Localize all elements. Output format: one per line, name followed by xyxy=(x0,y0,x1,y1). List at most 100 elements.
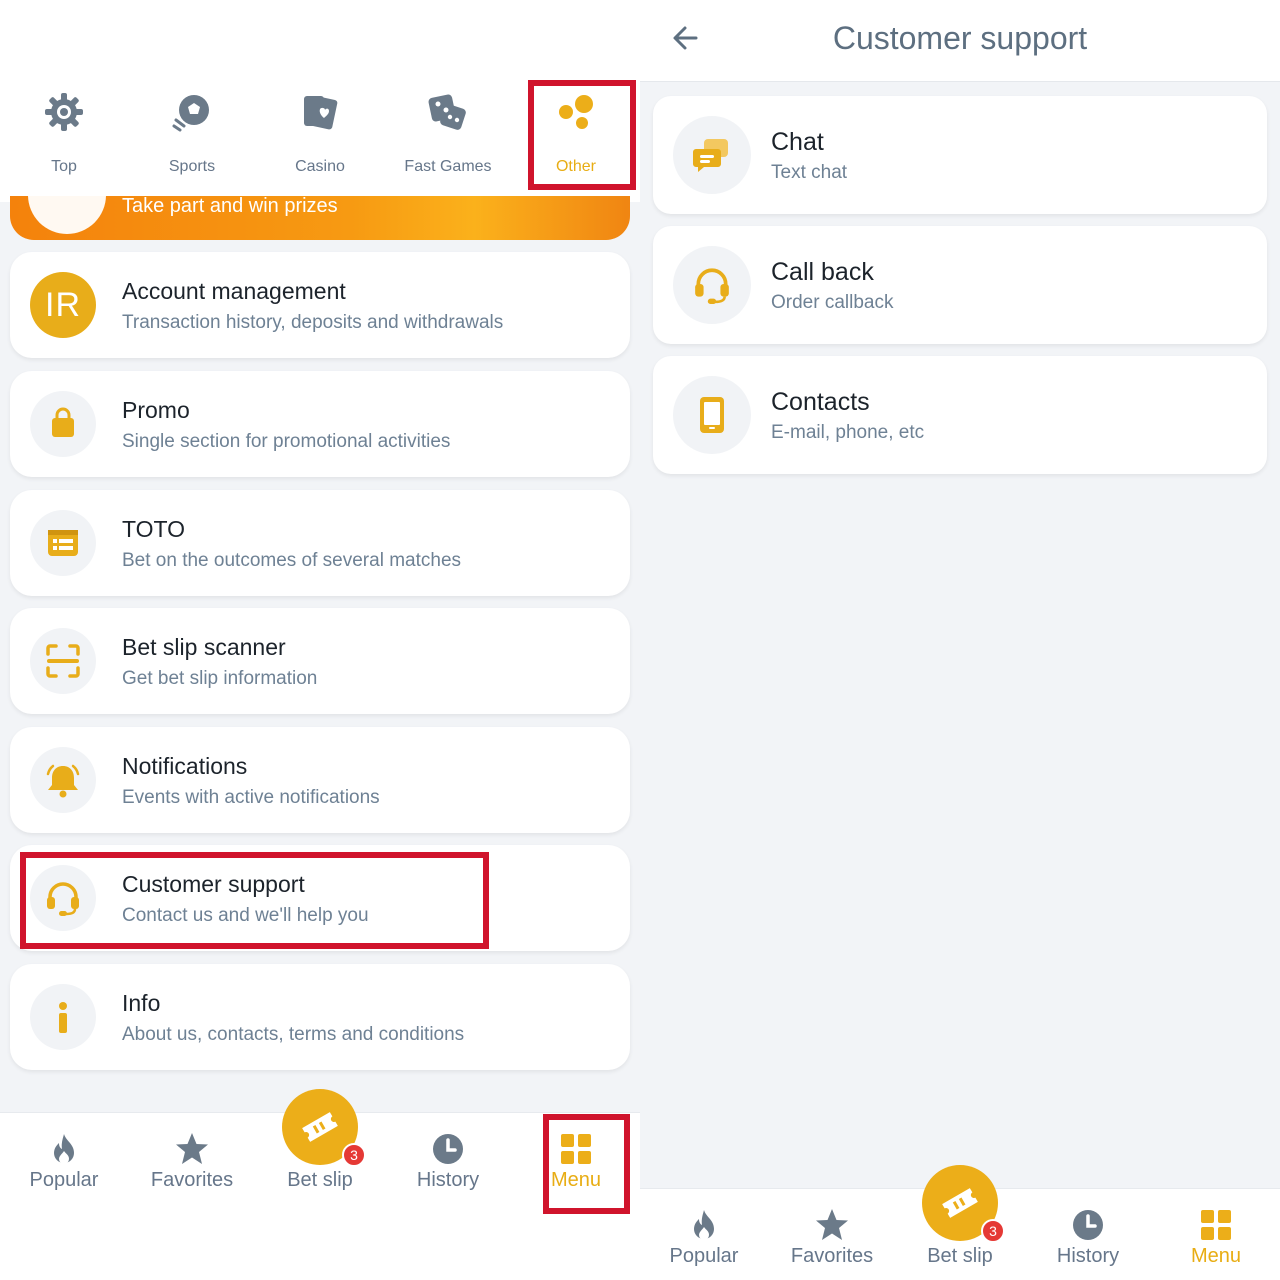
bet-slip-count-badge: 3 xyxy=(342,1143,366,1167)
bottom-nav-bet-slip[interactable]: 3 Bet slip xyxy=(256,1089,384,1208)
dice-icon xyxy=(428,94,466,130)
support-item-subtitle: Text chat xyxy=(771,162,848,183)
flame-icon xyxy=(694,1210,714,1240)
category-fast-games[interactable]: Fast Games xyxy=(384,80,512,202)
support-item-chat[interactable]: Chat Text chat xyxy=(653,96,1267,214)
menu-item-icon xyxy=(30,391,96,457)
support-item-title: Contacts xyxy=(771,388,870,416)
menu-item-subtitle: Contact us and we'll help you xyxy=(122,905,369,926)
bell-icon xyxy=(46,764,80,798)
category-label: Top xyxy=(51,158,77,175)
cards-icon xyxy=(304,96,338,130)
bottom-nav-bet-slip[interactable]: 3 Bet slip xyxy=(896,1165,1024,1280)
gear-icon xyxy=(45,93,83,131)
menu-item-subtitle: Events with active notifications xyxy=(122,787,380,808)
bottom-nav-history[interactable]: History xyxy=(1024,1189,1152,1280)
menu-item-promo[interactable]: Promo Single section for promotional act… xyxy=(10,371,630,477)
support-item-title: Call back xyxy=(771,258,874,286)
bottom-nav-label: Bet slip xyxy=(287,1169,353,1191)
headset-icon xyxy=(695,268,729,304)
menu-item-icon xyxy=(30,747,96,813)
menu-item-icon xyxy=(30,984,96,1050)
menu-item-icon xyxy=(30,510,96,576)
bottom-nav-history[interactable]: History xyxy=(384,1113,512,1208)
bottom-nav-label: Bet slip xyxy=(927,1245,993,1267)
ticket-icon xyxy=(942,1188,978,1218)
bottom-nav-menu[interactable]: Menu xyxy=(512,1113,640,1208)
support-item-contacts[interactable]: Contacts E-mail, phone, etc xyxy=(653,356,1267,474)
main-menu-screen: Take part and win prizes Top Sports Casi… xyxy=(0,0,640,1280)
toto-list-icon xyxy=(48,530,78,556)
menu-item-title: Bet slip scanner xyxy=(122,634,286,660)
category-top[interactable]: Top xyxy=(0,80,128,202)
flame-icon xyxy=(54,1134,74,1164)
category-label: Sports xyxy=(168,158,216,175)
menu-item-title: Notifications xyxy=(122,753,248,779)
avatar: IR xyxy=(30,272,96,338)
bottom-nav-label: Menu xyxy=(1190,1245,1242,1267)
category-label: Other xyxy=(555,158,596,175)
support-item-subtitle: Order callback xyxy=(771,292,894,313)
bottom-nav-label: Popular xyxy=(29,1169,99,1191)
headset-icon xyxy=(47,882,79,916)
grid-icon xyxy=(561,1134,591,1164)
page-title: Customer support xyxy=(832,20,1088,56)
support-item-icon xyxy=(673,246,751,324)
clock-icon xyxy=(433,1134,463,1164)
bottom-nav-favorites[interactable]: Favorites xyxy=(768,1189,896,1280)
menu-item-subtitle: About us, contacts, terms and conditions xyxy=(122,1024,465,1045)
shopping-bag-icon xyxy=(52,407,74,437)
menu-item-notifications[interactable]: Notifications Events with active notific… xyxy=(10,727,630,833)
scanner-icon xyxy=(46,644,80,678)
app-header: Customer support xyxy=(640,0,1280,82)
bottom-nav-label: Menu xyxy=(550,1169,602,1191)
category-sports[interactable]: Sports xyxy=(128,80,256,202)
category-casino[interactable]: Casino xyxy=(256,80,384,202)
category-label: Fast Games xyxy=(404,158,492,175)
soccer-ball-icon xyxy=(172,95,209,132)
category-label: Casino xyxy=(295,158,345,175)
info-icon xyxy=(59,1002,67,1033)
menu-item-subtitle: Transaction history, deposits and withdr… xyxy=(122,312,504,333)
bet-slip-count-badge: 3 xyxy=(981,1219,1005,1243)
ticket-icon xyxy=(302,1112,338,1142)
menu-item-toto[interactable]: TOTO Bet on the outcomes of several matc… xyxy=(10,490,630,596)
support-item-icon xyxy=(673,116,751,194)
menu-item-info[interactable]: Info About us, contacts, terms and condi… xyxy=(10,964,630,1070)
bottom-spacer xyxy=(0,1208,640,1280)
menu-item-icon xyxy=(30,628,96,694)
star-icon xyxy=(816,1209,848,1240)
bottom-nav-popular[interactable]: Popular xyxy=(640,1189,768,1280)
clock-icon xyxy=(1073,1210,1103,1240)
bottom-nav-favorites[interactable]: Favorites xyxy=(128,1113,256,1208)
dots-icon xyxy=(559,95,593,129)
bottom-nav-label: Favorites xyxy=(790,1245,874,1267)
chat-bubbles-icon xyxy=(693,139,728,172)
menu-item-title: Account management xyxy=(122,278,346,304)
menu-item-title: Customer support xyxy=(122,871,305,897)
bottom-nav-label: History xyxy=(416,1169,480,1191)
menu-item-title: TOTO xyxy=(122,516,186,542)
customer-support-screen: Customer support Chat Text chat Call bac… xyxy=(640,0,1280,1280)
menu-item-bet-slip-scanner[interactable]: Bet slip scanner Get bet slip informatio… xyxy=(10,608,630,714)
bottom-nav: Popular Favorites 3 Bet slip History Men… xyxy=(0,1089,640,1208)
bottom-nav-menu[interactable]: Menu xyxy=(1152,1189,1280,1280)
menu-item-title: Info xyxy=(122,990,161,1016)
category-nav: Top Sports Casino Fast Games Other xyxy=(0,80,640,202)
menu-item-subtitle: Get bet slip information xyxy=(122,668,318,689)
menu-item-subtitle: Bet on the outcomes of several matches xyxy=(122,550,462,571)
support-item-icon xyxy=(673,376,751,454)
bottom-nav-label: Popular xyxy=(669,1245,739,1267)
category-other[interactable]: Other xyxy=(512,80,640,202)
grid-icon xyxy=(1201,1210,1231,1240)
bottom-nav: Popular Favorites 3 Bet slip History Men… xyxy=(640,1165,1280,1280)
bottom-nav-popular[interactable]: Popular xyxy=(0,1113,128,1208)
menu-item-customer-support[interactable]: Customer support Contact us and we'll he… xyxy=(10,845,630,951)
menu-item-title: Promo xyxy=(122,397,190,423)
menu-item-account[interactable]: IR Account management Transaction histor… xyxy=(10,252,630,358)
support-item-call-back[interactable]: Call back Order callback xyxy=(653,226,1267,344)
promo-banner[interactable]: Take part and win prizes xyxy=(10,196,630,240)
menu-item-subtitle: Single section for promotional activitie… xyxy=(122,431,451,452)
star-icon xyxy=(176,1133,208,1164)
bottom-nav-label: History xyxy=(1056,1245,1120,1267)
